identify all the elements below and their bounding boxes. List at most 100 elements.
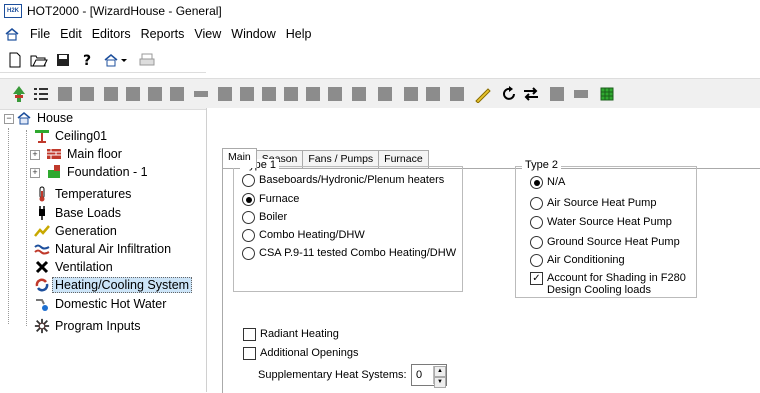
type2-title: Type 2 [522, 159, 562, 171]
tree-node-domestic-hot-water[interactable]: Domestic Hot Water [34, 295, 166, 313]
swap-arrows-icon[interactable] [522, 85, 540, 103]
menu-editors[interactable]: Editors [92, 27, 131, 41]
shading-checkbox[interactable]: ✓ [530, 272, 543, 285]
type2-option-air-conditioning[interactable]: Air Conditioning [530, 254, 625, 267]
tree-node-ceiling01[interactable]: Ceiling01 [34, 127, 107, 145]
refresh-icon[interactable] [500, 85, 518, 103]
additional-openings-checkbox[interactable] [243, 347, 256, 360]
type1-option-furnace[interactable]: Furnace [242, 193, 299, 206]
new-file-icon[interactable] [6, 51, 24, 69]
header-editor-icon [168, 85, 186, 103]
green-grid-icon[interactable] [598, 85, 616, 103]
supplementary-heat-systems-spinner[interactable]: 0 ▲ ▼ [411, 364, 447, 388]
radiant-heating-row[interactable]: Radiant Heating [243, 328, 339, 341]
menu-edit[interactable]: Edit [60, 27, 82, 41]
radio-furnace[interactable] [242, 193, 255, 206]
hot-water-icon [34, 296, 50, 312]
radio-baseboards[interactable] [242, 174, 255, 187]
menu-file[interactable]: File [30, 27, 50, 41]
radio-boiler[interactable] [242, 211, 255, 224]
spin-down-icon[interactable]: ▼ [434, 377, 446, 388]
menu-window[interactable]: Window [231, 27, 275, 41]
type1-option-csa-combo[interactable]: CSA P.9-11 tested Combo Heating/DHW [242, 247, 456, 260]
generation-icon [34, 223, 50, 239]
shading-checkbox-row[interactable]: ✓ Account for Shading in F280 Design Coo… [530, 272, 686, 296]
additional-openings-row[interactable]: Additional Openings [243, 347, 358, 360]
tree-node-main-floor[interactable]: Main floor [46, 145, 122, 163]
tree-node-foundation-1[interactable]: Foundation - 1 [46, 163, 148, 181]
menu-help[interactable]: Help [286, 27, 312, 41]
crawlspace-editor-icon [260, 85, 278, 103]
dhw-editor-icon [376, 85, 394, 103]
type1-option-baseboards[interactable]: Baseboards/Hydronic/Plenum heaters [242, 174, 444, 187]
wind-icon [34, 241, 50, 257]
tree-guide-line-inner [26, 130, 27, 326]
menu-bar: File Edit Editors Reports View Window He… [0, 22, 760, 46]
tree-expand-main-floor[interactable]: + [30, 150, 40, 160]
foundation-icon [46, 164, 62, 180]
tree-guide-line [8, 128, 9, 324]
tab-main[interactable]: Main [222, 148, 257, 168]
slab-editor-icon [216, 85, 234, 103]
radio-na[interactable] [530, 176, 543, 189]
baseload-editor-icon [424, 85, 442, 103]
radio-combo[interactable] [242, 229, 255, 242]
type2-option-ground-source[interactable]: Ground Source Heat Pump [530, 236, 680, 249]
tree-view-icon[interactable] [10, 85, 28, 103]
measure-pencil-icon[interactable] [474, 85, 492, 103]
print-icon[interactable] [138, 51, 156, 69]
tree-expand-foundation[interactable]: + [30, 168, 40, 178]
menu-reports[interactable]: Reports [141, 27, 185, 41]
ceiling-editor-icon [102, 85, 120, 103]
tree-node-house[interactable]: House [16, 109, 73, 127]
tree-node-heating-cooling-system[interactable]: Heating/Cooling System [34, 276, 193, 294]
supplementary-label: Supplementary Heat Systems: [258, 369, 407, 381]
tree-node-base-loads[interactable]: Base Loads [34, 204, 121, 222]
type1-option-boiler[interactable]: Boiler [242, 211, 287, 224]
open-folder-icon[interactable] [30, 51, 48, 69]
shading-label-line1: Account for Shading in F280 [547, 272, 686, 284]
fan-icon [34, 259, 50, 275]
walkout-editor-icon [282, 85, 300, 103]
type2-option-water-source[interactable]: Water Source Heat Pump [530, 216, 672, 229]
help-question-icon[interactable]: ? [78, 51, 96, 69]
tree-node-generation[interactable]: Generation [34, 222, 117, 240]
foundation-editor-icon [304, 85, 322, 103]
list-view-icon[interactable] [32, 85, 50, 103]
tree-collapse-house[interactable]: − [4, 114, 14, 124]
puzzle-disabled-icon [548, 85, 566, 103]
shading-label-line2: Design Cooling loads [547, 284, 651, 296]
tree-node-ventilation[interactable]: Ventilation [34, 258, 113, 276]
thermometer-icon [34, 186, 50, 202]
ventilation-editor-icon [402, 85, 420, 103]
tree-node-temperatures[interactable]: Temperatures [34, 185, 131, 203]
radio-air-conditioning[interactable] [530, 254, 543, 267]
floor-icon [46, 146, 62, 162]
type2-option-na[interactable]: N/A [530, 176, 565, 189]
save-disk-icon[interactable] [54, 51, 72, 69]
title-bar: H2K HOT2000 - [WizardHouse - General] [0, 0, 760, 22]
supplementary-value[interactable]: 0 [412, 369, 433, 381]
eraser-disabled-icon [572, 85, 590, 103]
radiant-heating-checkbox[interactable] [243, 328, 256, 341]
type1-option-combo[interactable]: Combo Heating/DHW [242, 229, 365, 242]
addition-editor-icon [326, 85, 344, 103]
tree-node-natural-air-infiltration[interactable]: Natural Air Infiltration [34, 240, 171, 258]
radio-water-source[interactable] [530, 216, 543, 229]
plug-icon [34, 205, 50, 221]
radio-ground-source[interactable] [530, 236, 543, 249]
window-editor-icon [78, 85, 96, 103]
basement-editor-icon [238, 85, 256, 103]
spin-up-icon[interactable]: ▲ [434, 366, 446, 377]
tree-node-program-inputs[interactable]: Program Inputs [34, 317, 140, 335]
component-editor-icon [192, 85, 210, 103]
radio-csa-combo[interactable] [242, 247, 255, 260]
program-inputs-icon [34, 318, 50, 334]
menu-view[interactable]: View [194, 27, 221, 41]
editor-toolbar [0, 78, 760, 110]
radio-air-source[interactable] [530, 197, 543, 210]
house-menu-icon[interactable] [4, 26, 20, 42]
type2-option-air-source[interactable]: Air Source Heat Pump [530, 197, 656, 210]
house-wizard-icon[interactable] [102, 51, 132, 69]
hrv-editor-icon [350, 85, 368, 103]
